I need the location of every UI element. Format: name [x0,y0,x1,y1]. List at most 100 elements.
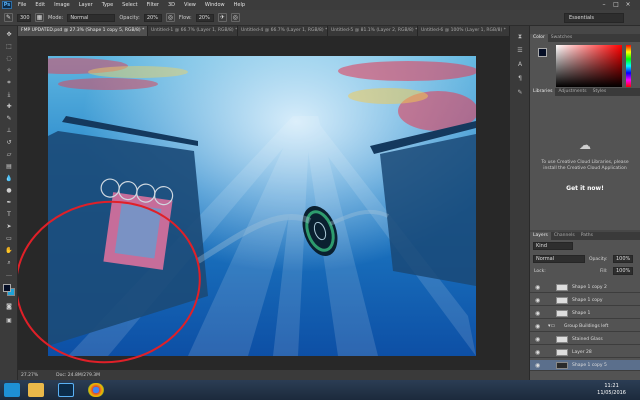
brush-preset-icon[interactable]: ✎ [4,13,13,22]
tab-color[interactable]: Color [530,34,548,42]
menu-window[interactable]: Window [205,2,225,8]
path-select-tool-icon[interactable]: ➤ [4,222,14,231]
zoom-tool-icon[interactable]: ⌕ [4,258,14,267]
menu-filter[interactable]: Filter [147,2,159,8]
visibility-eye-icon[interactable]: ◉ [535,336,540,343]
menu-image[interactable]: Image [54,2,70,8]
airbrush-icon[interactable]: ✈ [217,13,227,22]
shape-tool-icon[interactable]: ▭ [4,234,14,243]
file-explorer-icon[interactable] [28,383,44,397]
visibility-eye-icon[interactable]: ◉ [535,349,540,356]
crop-tool-icon[interactable]: ⌗ [4,78,14,87]
tab-paths[interactable]: Paths [578,232,596,240]
hand-tool-icon[interactable]: ✋ [4,246,14,255]
healing-tool-icon[interactable]: ✚ [4,102,14,111]
history-brush-tool-icon[interactable]: ↺ [4,138,14,147]
tab-layers[interactable]: Layers [530,232,551,240]
menu-layer[interactable]: Layer [79,2,93,8]
move-tool-icon[interactable]: ✥ [4,30,14,39]
flow-field[interactable]: 20% [195,13,214,22]
brush-size-field[interactable]: 300 [17,13,31,22]
layer-group-row[interactable]: ◉ ▾▭ Group Buildings left [530,321,640,332]
document-tabs: FMP UPDATED.psd @ 27.3% (Shape 1 copy 5,… [18,26,510,36]
visibility-eye-icon[interactable]: ◉ [535,362,540,369]
layer-row[interactable]: ◉ Shape 1 copy [530,295,640,306]
clone-stamp-tool-icon[interactable]: ⊥ [4,126,14,135]
blend-mode-select[interactable]: Normal [533,255,585,263]
taskbar-clock[interactable]: 11:21 11/05/2016 [597,383,626,397]
layer-row[interactable]: ◉ Shape 1 copy 2 [530,282,640,293]
canvas-area[interactable] [18,36,510,370]
visibility-eye-icon[interactable]: ◉ [535,297,540,304]
zoom-level[interactable]: 27.27% [21,373,38,378]
menu-help[interactable]: Help [234,2,245,8]
get-it-now-link[interactable]: Get it now! [560,185,610,192]
layer-row[interactable]: ◉ Stained Glass [530,334,640,345]
type-tool-icon[interactable]: T [4,210,14,219]
brush-presets-icon[interactable]: ✎ [514,88,526,98]
opacity-field[interactable]: 20% [143,13,162,22]
mode-select[interactable]: Normal [67,13,116,22]
quick-select-tool-icon[interactable]: ✧ [4,66,14,75]
visibility-eye-icon[interactable]: ◉ [535,310,540,317]
maximize-icon[interactable]: □ [612,1,620,8]
color-panel-fg-swatch[interactable] [538,48,547,57]
red-annotation-circle [18,200,201,364]
menu-edit[interactable]: Edit [35,2,45,8]
properties-panel-icon[interactable]: ☰ [514,46,526,56]
tab-styles[interactable]: Styles [590,88,610,96]
hue-slider[interactable] [626,45,631,87]
menu-view[interactable]: View [184,2,196,8]
marquee-tool-icon[interactable]: ⬚ [4,42,14,51]
menu-3d[interactable]: 3D [168,2,175,8]
workspace-select[interactable]: Essentials [564,13,624,23]
layer-opacity-field[interactable]: 100% [613,255,633,263]
blur-tool-icon[interactable]: 💧 [4,174,14,183]
tab-adjustments[interactable]: Adjustments [555,88,589,96]
layer-row[interactable]: ◉ Layer 28 [530,347,640,358]
tab-fmp-updated[interactable]: FMP UPDATED.psd @ 27.3% (Shape 1 copy 5,… [18,26,148,36]
screen-mode-icon[interactable]: ▣ [4,316,14,325]
tab-untitled-5[interactable]: Untitled-5 @ 81.1% (Layer 2, RGB/8) * [328,26,418,36]
menu-select[interactable]: Select [122,2,137,8]
quick-mask-icon[interactable]: ◙ [4,302,14,311]
paragraph-panel-icon[interactable]: ¶ [514,74,526,84]
minimize-icon[interactable]: – [600,1,608,8]
menu-file[interactable]: File [18,2,26,8]
history-panel-icon[interactable]: ⧗ [514,32,526,42]
foreground-color-swatch[interactable] [3,284,11,292]
dodge-tool-icon[interactable]: ● [4,186,14,195]
tab-untitled-6[interactable]: Untitled-6 @ 100% (Layer 1, RGB/8) * [418,26,510,36]
layer-name: Shape 1 [572,311,591,316]
tab-swatches[interactable]: Swatches [548,34,576,42]
tab-untitled-4[interactable]: Untitled-4 @ 66.7% (Layer 1, RGB/8) * [238,26,328,36]
character-panel-icon[interactable]: A [514,60,526,70]
eyedropper-tool-icon[interactable]: ⤓ [4,90,14,99]
close-icon[interactable]: × [624,1,632,8]
fill-field[interactable]: 100% [613,267,633,275]
folder-icon[interactable]: ▾▭ [548,323,555,329]
more-tools-icon[interactable]: … [4,270,14,279]
menu-type[interactable]: Type [102,2,113,8]
brush-tool-icon[interactable]: ✎ [4,114,14,123]
visibility-eye-icon[interactable]: ◉ [535,284,540,291]
gradient-tool-icon[interactable]: ▤ [4,162,14,171]
eraser-tool-icon[interactable]: ▱ [4,150,14,159]
layer-filter-kind[interactable]: Kind [533,242,573,250]
photoshop-taskbar-icon[interactable] [58,383,74,397]
pressure-size-icon[interactable]: ◎ [230,13,240,22]
layer-row[interactable]: ◉ Shape 1 [530,308,640,319]
layer-row-selected[interactable]: ◉ Shape 1 copy 5 [530,360,640,371]
chrome-icon[interactable] [88,383,104,397]
lasso-tool-icon[interactable]: ◌ [4,54,14,63]
pen-tool-icon[interactable]: ✒ [4,198,14,207]
pressure-opacity-icon[interactable]: ◎ [165,13,175,22]
start-button-icon[interactable] [4,383,20,397]
brush-panel-icon[interactable]: ▦ [35,13,44,22]
tab-untitled-1[interactable]: Untitled-1 @ 66.7% (Layer 1, RGB/8) * [148,26,238,36]
color-picker-field[interactable] [556,45,622,87]
visibility-eye-icon[interactable]: ◉ [535,323,540,330]
tab-channels[interactable]: Channels [551,232,578,240]
tab-libraries[interactable]: Libraries [530,88,556,96]
doc-size: Doc: 24.8M/279.3M [56,372,100,378]
